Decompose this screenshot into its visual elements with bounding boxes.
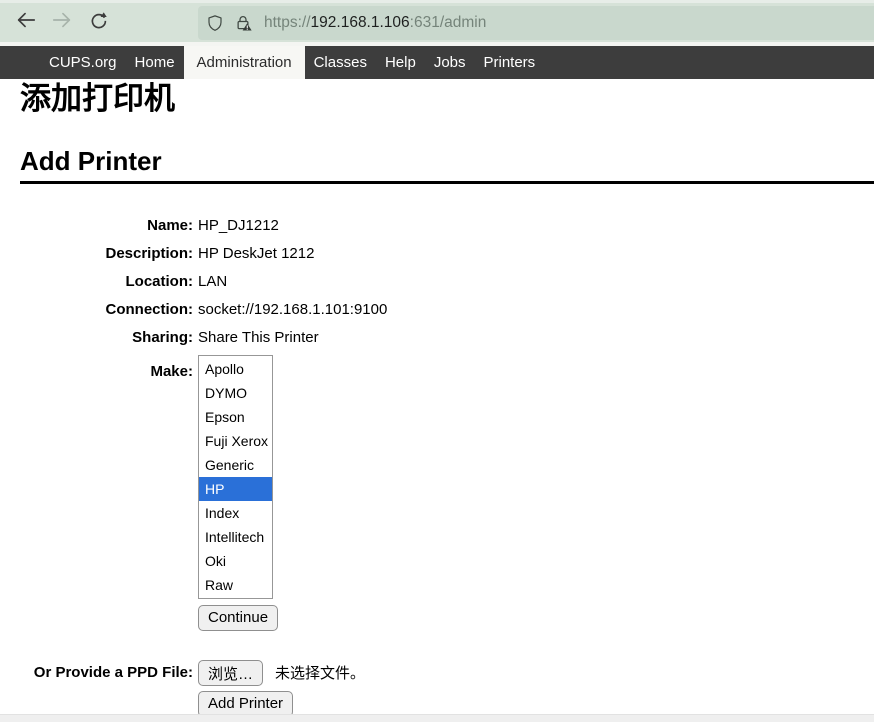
continue-row: Continue xyxy=(198,605,874,631)
nav-tab-classes[interactable]: Classes xyxy=(305,46,376,79)
add-printer-row: Add Printer xyxy=(198,691,874,717)
make-option-raw[interactable]: Raw xyxy=(199,573,272,597)
add-printer-button[interactable]: Add Printer xyxy=(198,691,293,717)
name-label: Name: xyxy=(20,217,193,234)
page-title: Add Printer xyxy=(20,148,874,184)
no-file-selected-text: 未选择文件。 xyxy=(275,662,365,683)
make-option-oki[interactable]: Oki xyxy=(199,549,272,573)
bottom-edge-strip xyxy=(0,714,874,722)
make-option-apollo[interactable]: Apollo xyxy=(199,357,272,381)
sharing-label: Sharing: xyxy=(20,329,193,346)
form-row-location: Location: LAN xyxy=(20,268,874,296)
continue-button[interactable]: Continue xyxy=(198,605,278,631)
lock-warning-icon[interactable] xyxy=(234,14,252,32)
sharing-value: Share This Printer xyxy=(198,329,319,346)
name-value: HP_DJ1212 xyxy=(198,217,279,234)
make-option-index[interactable]: Index xyxy=(199,501,272,525)
nav-tab-help[interactable]: Help xyxy=(376,46,425,79)
form-row-sharing: Sharing: Share This Printer xyxy=(20,324,874,352)
make-option-hp-selected[interactable]: HP xyxy=(199,477,272,501)
location-label: Location: xyxy=(20,273,193,290)
make-option-dymo[interactable]: DYMO xyxy=(199,381,272,405)
form-row-connection: Connection: socket://192.168.1.101:9100 xyxy=(20,296,874,324)
browser-toolbar: https://192.168.1.106:631/admin xyxy=(0,0,874,42)
description-value: HP DeskJet 1212 xyxy=(198,245,314,262)
connection-value: socket://192.168.1.101:9100 xyxy=(198,301,387,318)
make-select-list[interactable]: Apollo DYMO Epson Fuji Xerox Generic HP … xyxy=(198,355,273,599)
back-button[interactable] xyxy=(14,11,38,35)
reload-button[interactable] xyxy=(86,11,110,35)
form-row-ppd: Or Provide a PPD File: 浏览… 未选择文件。 xyxy=(20,660,874,686)
connection-label: Connection: xyxy=(20,301,193,318)
forward-arrow-icon xyxy=(51,9,73,36)
form-row-make: Make: Apollo DYMO Epson Fuji Xerox Gener… xyxy=(20,355,874,599)
url-text: https://192.168.1.106:631/admin xyxy=(264,14,486,32)
cups-nav-bar: CUPS.org Home Administration Classes Hel… xyxy=(0,46,874,79)
nav-tab-home[interactable]: Home xyxy=(126,46,184,79)
nav-tab-jobs[interactable]: Jobs xyxy=(425,46,475,79)
shield-icon[interactable] xyxy=(206,14,224,32)
browse-button[interactable]: 浏览… xyxy=(198,660,263,686)
nav-tab-administration[interactable]: Administration xyxy=(184,46,305,79)
make-label: Make: xyxy=(20,355,193,380)
url-path: :631/admin xyxy=(410,14,487,31)
form-row-name: Name: HP_DJ1212 xyxy=(20,212,874,240)
url-scheme: https:// xyxy=(264,14,311,31)
location-value: LAN xyxy=(198,273,227,290)
nav-tab-printers[interactable]: Printers xyxy=(475,46,545,79)
page-title-localized: 添加打印机 xyxy=(20,83,874,116)
make-option-generic[interactable]: Generic xyxy=(199,453,272,477)
add-printer-form: Name: HP_DJ1212 Description: HP DeskJet … xyxy=(20,212,874,717)
ppd-label: Or Provide a PPD File: xyxy=(20,664,193,681)
make-option-intellitech[interactable]: Intellitech xyxy=(199,525,272,549)
make-option-fuji-xerox[interactable]: Fuji Xerox xyxy=(199,429,272,453)
make-option-epson[interactable]: Epson xyxy=(199,405,272,429)
back-arrow-icon xyxy=(15,9,37,36)
nav-tab-cups-org[interactable]: CUPS.org xyxy=(40,46,126,79)
description-label: Description: xyxy=(20,245,193,262)
forward-button[interactable] xyxy=(50,11,74,35)
url-host: 192.168.1.106 xyxy=(311,14,410,31)
url-bar[interactable]: https://192.168.1.106:631/admin xyxy=(198,6,874,40)
reload-icon xyxy=(89,11,108,35)
form-row-description: Description: HP DeskJet 1212 xyxy=(20,240,874,268)
page-content: 添加打印机 Add Printer Name: HP_DJ1212 Descri… xyxy=(0,83,874,717)
